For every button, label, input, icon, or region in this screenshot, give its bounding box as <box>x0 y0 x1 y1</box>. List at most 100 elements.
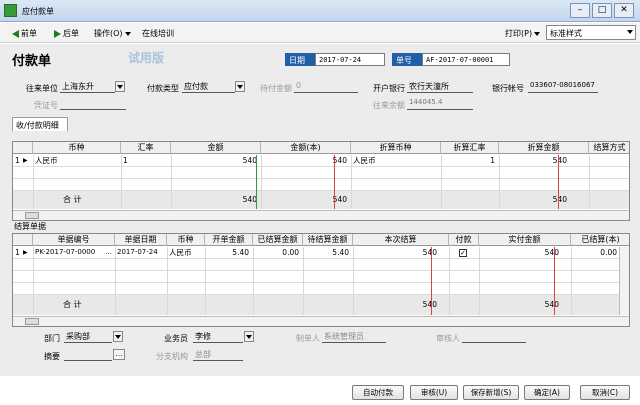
partner-field[interactable]: 上海东升 <box>60 81 115 93</box>
chevron-down-icon <box>627 30 633 34</box>
audit-button[interactable]: 审核(U) <box>410 385 458 400</box>
grid-line <box>303 247 304 315</box>
prev-button[interactable]: 前单 <box>12 28 37 39</box>
memo-ellipsis-button[interactable]: … <box>113 349 125 360</box>
total-label: 合 计 <box>63 195 82 204</box>
total-amount: 540 <box>242 195 257 204</box>
staff-dropdown[interactable] <box>244 331 254 342</box>
dept-field[interactable]: 采购部 <box>64 331 112 343</box>
chevron-down-icon <box>117 85 123 89</box>
date-label: 日期 <box>285 53 315 66</box>
cancel-button[interactable]: 取消(C) <box>580 385 630 400</box>
paytype-dropdown[interactable] <box>235 81 245 92</box>
online-training-link[interactable]: 在线培训 <box>142 28 174 39</box>
grid-header <box>13 142 33 154</box>
grid-header: 折算币种 <box>351 142 441 154</box>
partner-dropdown[interactable] <box>115 81 125 92</box>
auto-pay-button[interactable]: 自动付款 <box>352 385 404 400</box>
total-row: 合 计 540 540 <box>13 295 629 315</box>
conv-currency-cell[interactable]: 人民币 <box>353 155 376 166</box>
paytype-field[interactable]: 应付款 <box>182 81 235 93</box>
bank-field[interactable]: 农行天潼所 <box>407 81 473 93</box>
chevron-down-icon <box>115 335 121 339</box>
scroll-thumb[interactable] <box>25 318 39 325</box>
conv-amount-cell[interactable]: 540 <box>499 155 567 166</box>
ok-button[interactable]: 确定(A) <box>524 385 570 400</box>
currency-cell[interactable]: 人民币 <box>169 247 192 258</box>
amount-cell[interactable]: 540 <box>171 155 257 166</box>
staff-field[interactable]: 李修 <box>193 331 243 343</box>
grid-header: 付款 <box>449 234 479 246</box>
scroll-thumb[interactable] <box>25 212 39 219</box>
grid-header: 开单金额 <box>205 234 253 246</box>
table-row[interactable] <box>13 283 629 295</box>
grid-line <box>353 247 354 315</box>
docno-field[interactable]: AF-2017-07-00001 <box>422 53 510 66</box>
branch-field: 总部 <box>193 349 243 361</box>
grid-header: 结算方式 <box>589 142 629 154</box>
close-button[interactable]: ✕ <box>614 3 634 18</box>
grid-line <box>571 247 572 315</box>
grid-line <box>499 155 500 209</box>
docdate-cell[interactable]: 2017-07-24 <box>117 247 158 258</box>
grid-header: 折算金额 <box>499 142 589 154</box>
row-pointer-icon: ▶ <box>23 249 28 256</box>
toolbar: 前单 后单 操作(O) 在线培训 打印(P) <box>0 23 640 43</box>
decimal-line <box>334 155 335 209</box>
voucher-label: 凭证号 <box>34 101 58 110</box>
grid-line <box>253 247 254 315</box>
grid-header: 单据日期 <box>115 234 167 246</box>
operations-menu[interactable]: 操作(O) <box>94 28 131 39</box>
table-row[interactable] <box>13 167 629 179</box>
next-button[interactable]: 后单 <box>54 28 79 39</box>
chevron-down-icon <box>534 31 541 36</box>
decimal-line <box>558 155 559 209</box>
dept-dropdown[interactable] <box>113 331 123 342</box>
total-row: 合 计 540 540 540 <box>13 191 629 209</box>
style-select[interactable]: 标准样式 <box>546 25 636 40</box>
tab-payment-detail[interactable]: 收/付款明细 <box>12 117 68 131</box>
table-row[interactable] <box>13 179 629 191</box>
vertical-scrollbar[interactable] <box>619 247 629 315</box>
paid-amount-cell[interactable]: 540 <box>479 247 559 258</box>
horizontal-scrollbar[interactable] <box>13 316 629 326</box>
table-row[interactable]: 1 ▶ 人民币 1 540 540 人民币 1 540 <box>13 155 629 167</box>
table-row[interactable] <box>13 271 629 283</box>
grid-line <box>115 247 116 315</box>
prepaid-field[interactable]: 0 <box>294 81 358 93</box>
minimize-button[interactable]: – <box>570 3 590 18</box>
paid-checkbox[interactable]: ✓ <box>459 249 467 257</box>
ellipsis-icon[interactable]: … <box>105 247 112 258</box>
print-menu[interactable]: 打印(P) <box>505 28 541 39</box>
staff-label: 业务员 <box>164 334 188 343</box>
grid-line <box>121 155 122 209</box>
voucher-field[interactable] <box>60 98 126 110</box>
grid-header: 折算汇率 <box>441 142 499 154</box>
current-settle-cell[interactable]: 540 <box>353 247 437 258</box>
total-label: 合 计 <box>63 300 82 309</box>
decimal-line <box>554 247 555 315</box>
maker-field: 系统管理员 <box>322 331 386 343</box>
grid-header: 实付金额 <box>479 234 571 246</box>
rate-cell[interactable]: 1 <box>123 155 128 166</box>
settled-amount-cell: 0.00 <box>282 248 299 257</box>
form-title: 付款单 <box>12 54 52 69</box>
total-paid-amount: 540 <box>544 300 559 309</box>
save-new-button[interactable]: 保存新增(S) <box>463 385 519 400</box>
title-bar: 应付款单 – □ ✕ <box>0 0 640 22</box>
table-row[interactable] <box>13 259 629 271</box>
conv-rate-cell[interactable]: 1 <box>441 155 495 166</box>
balance-label: 往来余额 <box>373 101 405 110</box>
grid-line <box>261 155 262 209</box>
date-field[interactable]: 2017-07-24 <box>315 53 385 66</box>
currency-cell[interactable]: 人民币 <box>35 155 58 166</box>
memo-field[interactable] <box>64 349 112 361</box>
horizontal-scrollbar[interactable] <box>13 210 629 220</box>
account-field[interactable]: 033607-08016067 <box>528 81 598 93</box>
table-row[interactable]: 1 ▶ PK-2017-07-0000 … 2017-07-24 人民币 5.4… <box>13 247 629 259</box>
grid-header: 汇率 <box>121 142 171 154</box>
grid-line <box>33 247 34 315</box>
maximize-button[interactable]: □ <box>592 3 612 18</box>
auditor-field <box>462 331 526 343</box>
docno-cell[interactable]: PK-2017-07-0000 <box>35 247 95 258</box>
